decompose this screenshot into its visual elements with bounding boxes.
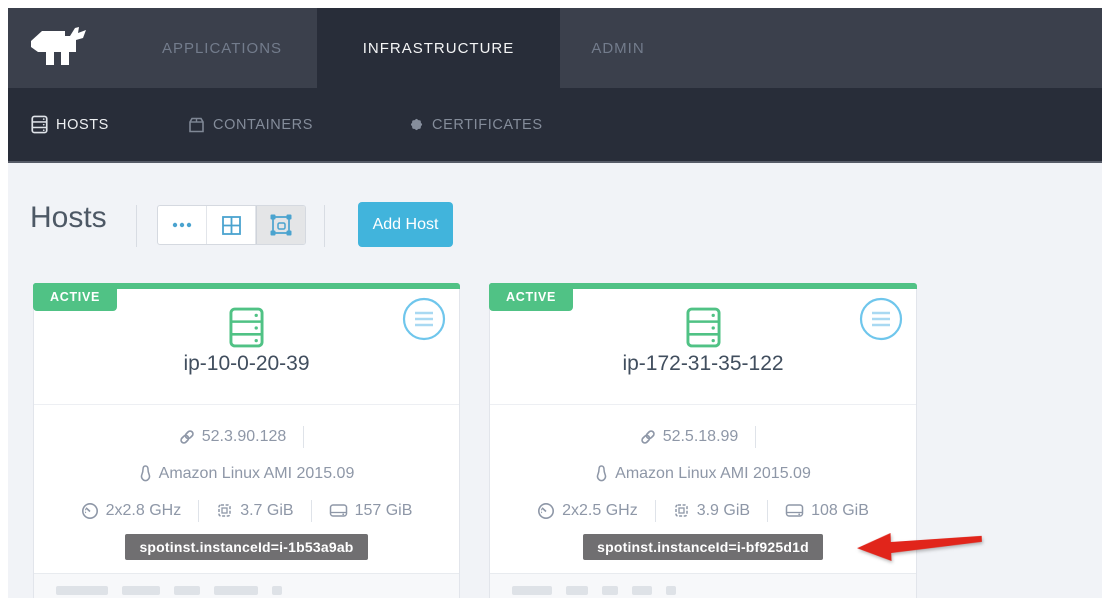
card-footer [34, 573, 459, 598]
link-icon [179, 429, 195, 445]
divider [767, 500, 768, 522]
list-view-button[interactable] [158, 206, 207, 244]
subnav-tab-label: HOSTS [56, 117, 109, 133]
main-navbar: APPLICATIONS INFRASTRUCTURE ADMIN [8, 8, 1102, 88]
disk-icon [329, 503, 348, 518]
grid-view-button[interactable] [207, 206, 256, 244]
divider [324, 205, 325, 247]
cpu-gauge-icon [81, 502, 99, 520]
cow-icon [22, 23, 102, 73]
host-label-tag: spotinst.instanceId=i-1b53a9ab [125, 534, 367, 560]
host-server-icon [686, 307, 721, 348]
disk-icon [785, 503, 804, 518]
subnav-tab-label: CONTAINERS [213, 117, 313, 133]
infrastructure-subnav: HOSTS CONTAINERS [8, 88, 1102, 163]
ellipsis-icon [171, 221, 193, 229]
server-icon [31, 115, 48, 134]
machine-view-icon [270, 214, 292, 236]
host-menu-button[interactable] [859, 297, 903, 341]
memory-chip-icon [673, 502, 690, 519]
subnav-tab-certificates[interactable]: CERTIFICATES [409, 88, 543, 161]
host-memory: 3.7 GiB [240, 502, 293, 520]
page-title: Hosts [30, 201, 107, 235]
host-server-icon [229, 307, 264, 348]
clipped-footer-text [512, 586, 916, 595]
divider [198, 500, 199, 522]
red-arrow-annotation [853, 526, 986, 567]
host-storage: 108 GiB [811, 502, 869, 520]
linux-icon [595, 465, 608, 482]
host-card: ACTIVE ip-172-31-35-122 [489, 283, 917, 598]
hamburger-menu-icon [402, 297, 446, 341]
host-ip: 52.5.18.99 [663, 428, 739, 446]
divider [311, 500, 312, 522]
host-label-tag: spotinst.instanceId=i-bf925d1d [583, 534, 823, 560]
view-mode-toggle [157, 205, 306, 245]
nav-tab-admin[interactable]: ADMIN [568, 8, 668, 88]
host-name[interactable]: ip-10-0-20-39 [34, 352, 459, 376]
subnav-tab-label: CERTIFICATES [432, 117, 543, 133]
nav-tab-applications[interactable]: APPLICATIONS [156, 8, 288, 88]
status-badge: ACTIVE [489, 283, 573, 311]
cpu-gauge-icon [537, 502, 555, 520]
subnav-tab-hosts[interactable]: HOSTS [31, 88, 109, 161]
host-os: Amazon Linux AMI 2015.09 [159, 465, 355, 483]
certificate-icon [409, 117, 424, 132]
grid-icon [221, 215, 242, 236]
divider [303, 426, 304, 448]
rancher-app: APPLICATIONS INFRASTRUCTURE ADMIN HOSTS [0, 0, 1102, 598]
host-cpu: 2x2.8 GHz [106, 502, 182, 520]
card-footer [490, 573, 916, 598]
host-storage: 157 GiB [355, 502, 413, 520]
host-ip: 52.3.90.128 [202, 428, 287, 446]
host-memory: 3.9 GiB [697, 502, 750, 520]
host-menu-button[interactable] [402, 297, 446, 341]
link-icon [640, 429, 656, 445]
host-cpu: 2x2.5 GHz [562, 502, 638, 520]
linux-icon [139, 465, 152, 482]
nav-tab-infrastructure[interactable]: INFRASTRUCTURE [317, 8, 560, 88]
memory-chip-icon [216, 502, 233, 519]
hamburger-menu-icon [859, 297, 903, 341]
host-name[interactable]: ip-172-31-35-122 [490, 352, 916, 376]
clipped-footer-text [56, 586, 459, 595]
subnav-tab-containers[interactable]: CONTAINERS [188, 88, 313, 161]
container-icon [188, 117, 205, 133]
machine-view-button[interactable] [256, 206, 305, 244]
status-badge: ACTIVE [33, 283, 117, 311]
divider [136, 205, 137, 247]
rancher-logo[interactable] [22, 23, 102, 73]
host-card: ACTIVE ip-10-0-20-39 [33, 283, 460, 598]
divider [755, 426, 756, 448]
divider [655, 500, 656, 522]
add-host-button[interactable]: Add Host [358, 202, 453, 247]
host-os: Amazon Linux AMI 2015.09 [615, 465, 811, 483]
